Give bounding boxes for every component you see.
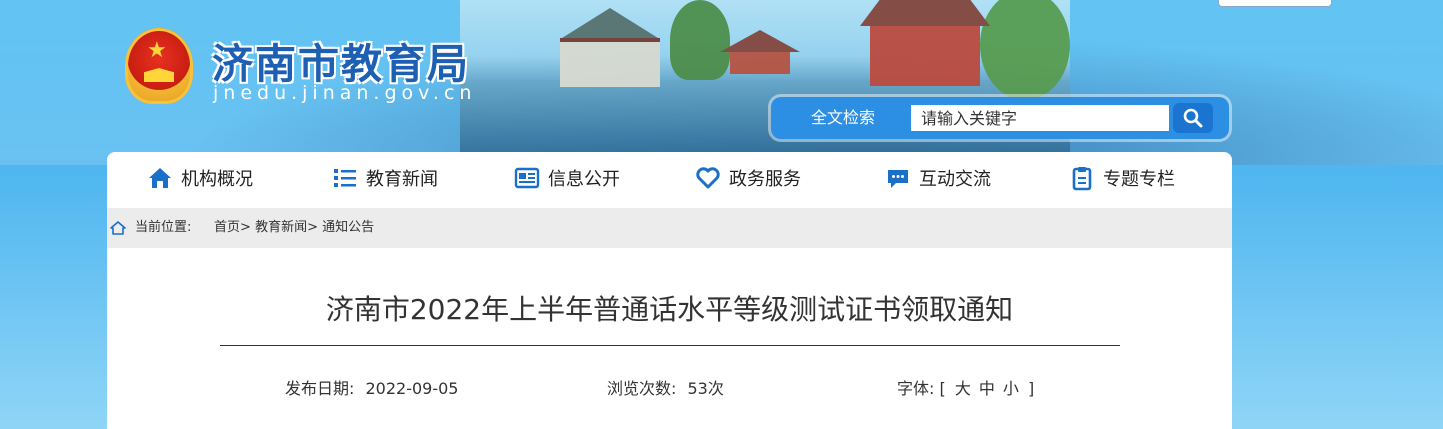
search-button[interactable]	[1173, 103, 1213, 133]
nav-item-interaction[interactable]: 互动交流	[885, 152, 991, 208]
title-divider	[220, 345, 1120, 346]
breadcrumb-label: 当前位置:	[135, 220, 192, 235]
breadcrumb-separator: >	[240, 220, 251, 235]
font-size-selector: 字体: [ 大中小 ]	[897, 375, 1034, 399]
font-size-small[interactable]: 小	[1003, 379, 1019, 398]
nav-label: 互动交流	[919, 169, 991, 190]
clipboard-icon	[1072, 167, 1092, 191]
article-content: 济南市2022年上半年普通话水平等级测试证书领取通知 发布日期: 2022-09…	[107, 248, 1232, 429]
publish-date-label: 发布日期:	[285, 379, 355, 398]
nav-label: 政务服务	[729, 169, 801, 190]
national-emblem-logo: ★	[125, 28, 193, 104]
nav-item-news[interactable]: 教育新闻	[332, 152, 438, 208]
nav-item-disclosure[interactable]: 信息公开	[514, 152, 620, 208]
nav-item-about[interactable]: 机构概况	[147, 152, 253, 208]
nav-label: 机构概况	[181, 169, 253, 190]
font-size-label: 字体:	[897, 379, 935, 398]
site-domain: jnedu.jinan.gov.cn	[213, 82, 477, 104]
nav-item-topics[interactable]: 专题专栏	[1069, 152, 1175, 208]
publish-date-value: 2022-09-05	[365, 379, 459, 398]
nav-label: 信息公开	[548, 169, 620, 190]
font-size-medium[interactable]: 中	[979, 379, 995, 398]
font-bracket-close: ]	[1027, 379, 1035, 398]
search-label[interactable]: 全文检索	[793, 97, 893, 139]
views-meta: 浏览次数: 53次	[607, 375, 724, 399]
publish-date-meta: 发布日期: 2022-09-05	[285, 375, 458, 399]
heart-icon	[696, 167, 720, 189]
home-icon	[110, 221, 126, 235]
newspaper-icon	[514, 167, 540, 189]
article-title: 济南市2022年上半年普通话水平等级测试证书领取通知	[325, 293, 1014, 326]
font-size-large[interactable]: 大	[955, 379, 971, 398]
nav-label: 专题专栏	[1103, 169, 1175, 190]
top-right-tab[interactable]	[1218, 0, 1332, 7]
views-value: 53次	[687, 379, 724, 398]
breadcrumb-separator: >	[307, 220, 318, 235]
font-bracket-open: [	[939, 379, 946, 398]
breadcrumb-news[interactable]: 教育新闻	[255, 220, 307, 235]
search-input[interactable]	[911, 105, 1169, 131]
nav-label: 教育新闻	[366, 169, 438, 190]
home-icon	[149, 168, 171, 188]
site-title[interactable]: 济南市教育局	[212, 30, 470, 90]
main-nav: 机构概况 教育新闻 信息公开 政务服务 互动交流 专题专栏	[107, 152, 1232, 208]
views-label: 浏览次数:	[607, 379, 677, 398]
chat-icon	[888, 170, 908, 188]
list-icon	[334, 169, 356, 187]
search-bar: 全文检索	[771, 97, 1229, 139]
breadcrumb: 当前位置: 首页> 教育新闻> 通知公告	[107, 208, 1232, 248]
nav-item-services[interactable]: 政务服务	[695, 152, 801, 208]
breadcrumb-home[interactable]: 首页	[214, 220, 240, 235]
search-icon	[1183, 108, 1203, 128]
breadcrumb-notices[interactable]: 通知公告	[322, 220, 374, 235]
